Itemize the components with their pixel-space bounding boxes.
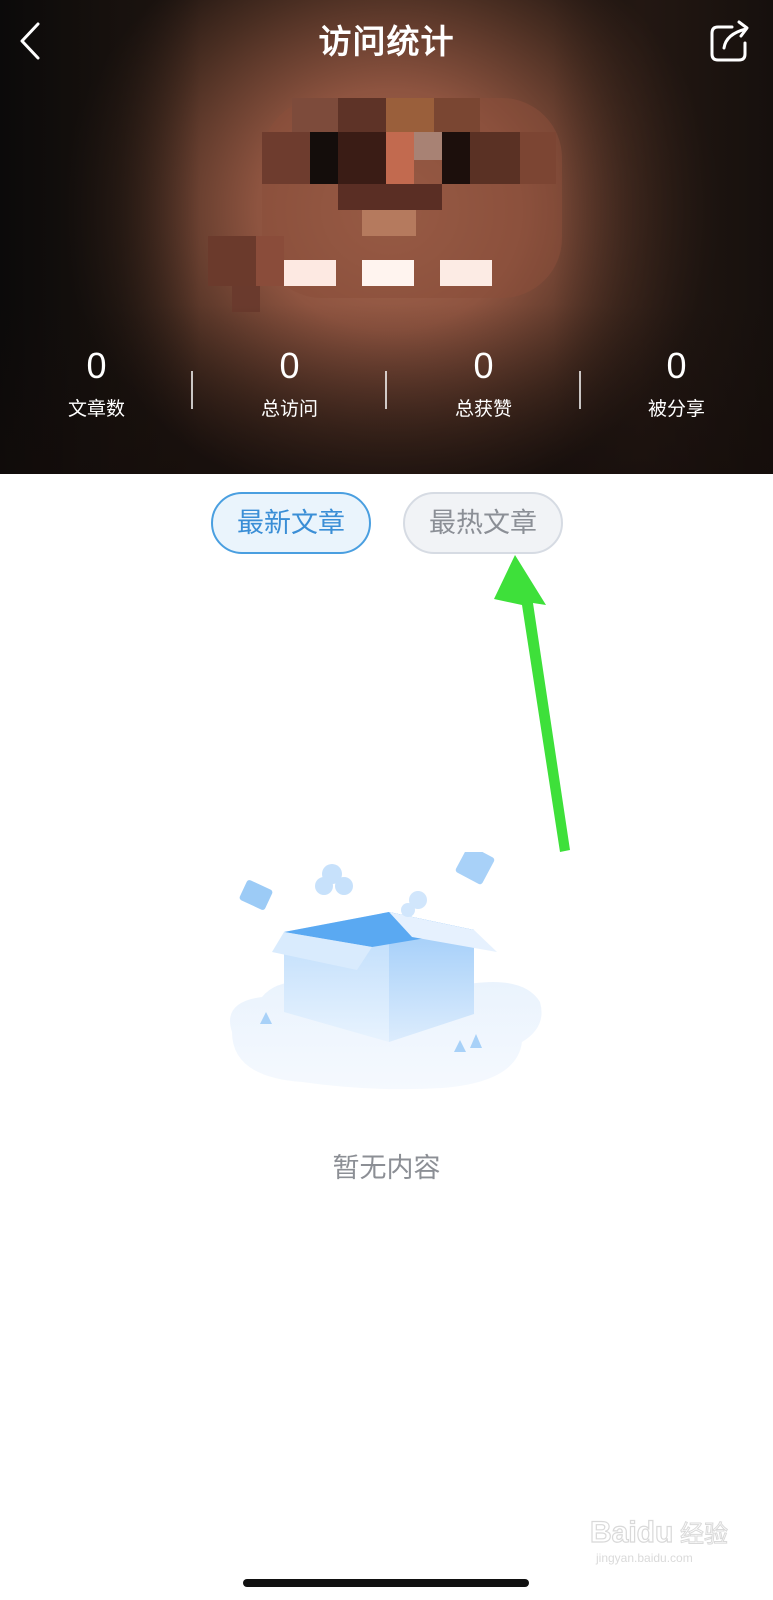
stat-shares: 0 被分享 [580,345,773,425]
share-button[interactable] [706,18,756,66]
stat-visits: 0 总访问 [193,345,386,425]
page-title: 访问统计 [318,23,455,60]
stat-visits-label: 总访问 [260,399,318,420]
profile-header: 访问统计 0 文章数 0 总访问 0 总获赞 0 被分享 [0,0,773,474]
share-icon [710,20,749,62]
stat-shares-value: 0 [666,345,687,386]
stat-articles-label: 文章数 [67,399,125,420]
stats-bar: 0 文章数 0 总访问 0 总获赞 0 被分享 [0,345,773,435]
stat-likes-label: 总获赞 [454,399,512,420]
stat-articles: 0 文章数 [0,345,193,425]
tab-hot-articles[interactable]: 最热文章 [403,492,563,554]
watermark-sub: 经验 [680,1520,728,1548]
watermark-brand: Baidu [590,1516,673,1549]
empty-state-text: 暂无内容 [332,1153,441,1183]
stat-shares-label: 被分享 [647,399,705,420]
stat-visits-value: 0 [279,345,300,386]
stat-likes: 0 总获赞 [387,345,580,425]
empty-box-icon [230,852,542,1090]
annotation-arrow-icon [494,555,570,852]
stat-likes-value: 0 [473,345,494,386]
baidu-jingyan-watermark: Baidu 经验 jingyan.baidu.com [590,1515,729,1565]
watermark-url: jingyan.baidu.com [595,1551,693,1565]
tab-latest-articles[interactable]: 最新文章 [211,492,371,554]
stat-articles-value: 0 [86,345,107,386]
home-indicator[interactable] [243,1579,529,1587]
